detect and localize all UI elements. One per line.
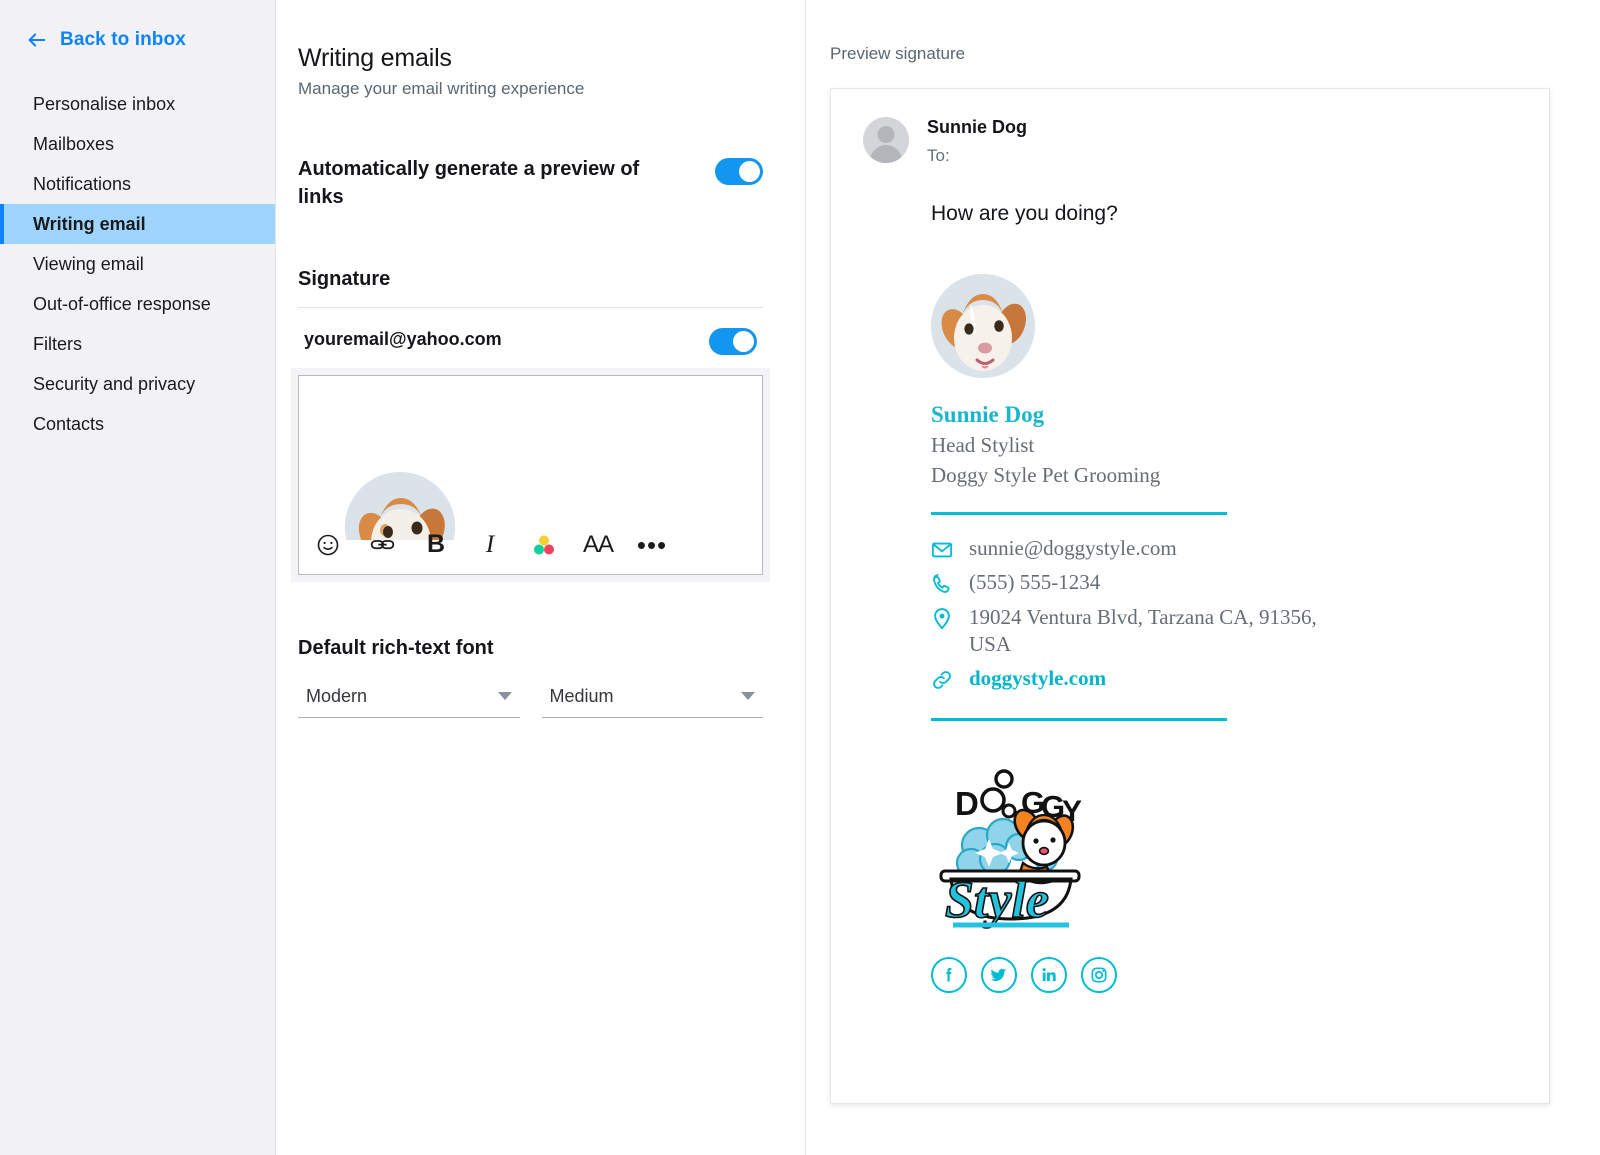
phone-icon: [933, 573, 950, 594]
arrow-left-icon: [28, 33, 46, 47]
doggy-style-logo-icon: D G G Y Style: [939, 769, 1082, 930]
page-title: Writing emails: [298, 44, 452, 72]
sidebar-item-mailboxes[interactable]: Mailboxes: [0, 124, 275, 164]
sidebar-item-security-and-privacy[interactable]: Security and privacy: [0, 364, 275, 404]
email-header: Sunnie Dog To:: [863, 117, 1517, 166]
text-color-icon[interactable]: [531, 532, 557, 558]
font-size-select[interactable]: Medium: [541, 685, 763, 718]
signature-contact-text: doggystyle.com: [969, 666, 1107, 691]
sidebar-item-personalise-inbox[interactable]: Personalise inbox: [0, 84, 275, 124]
social-links: [931, 957, 1351, 994]
sidebar-item-label: Contacts: [33, 413, 105, 434]
signature-contact-address: 19024 Ventura Blvd, Tarzana CA, 91356, U…: [931, 604, 1351, 659]
sidebar-item-viewing-email[interactable]: Viewing email: [0, 244, 275, 284]
signature-role: Head Stylist: [931, 433, 1035, 457]
font-family-value: Modern: [306, 685, 368, 706]
preview-panel-title: Preview signature: [830, 44, 966, 63]
default-font-section-title: Default rich-text font: [298, 636, 494, 659]
sidebar-item-label: Filters: [33, 333, 82, 354]
more-options-icon[interactable]: •••: [637, 532, 666, 558]
link-preview-toggle[interactable]: [715, 158, 763, 185]
signature-contacts: sunnie@doggystyle.com (555) 555-1234 190…: [931, 535, 1351, 692]
signature-editor[interactable]: B I AA •••: [298, 374, 763, 575]
signature-account-email: youremail@yahoo.com: [304, 329, 502, 350]
settings-page: Back to inbox Personalise inbox Mailboxe…: [0, 0, 1600, 1155]
toggle-knob: [739, 161, 760, 182]
back-to-inbox-link[interactable]: Back to inbox: [0, 22, 275, 58]
link-preview-setting-row: Automatically generate a preview of link…: [298, 155, 763, 212]
chevron-down-icon: [497, 692, 512, 701]
signature-divider: [298, 306, 763, 308]
font-selectors: Modern Medium: [298, 686, 763, 718]
signature-company: Doggy Style Pet Grooming: [931, 463, 1161, 487]
settings-nav: Personalise inbox Mailboxes Notification…: [0, 84, 275, 444]
signature-contact-text: (555) 555-1234: [969, 570, 1101, 595]
envelope-icon: [931, 542, 953, 558]
emoji-icon[interactable]: [315, 532, 341, 558]
sidebar-item-label: Writing email: [33, 213, 146, 234]
sidebar-item-label: Viewing email: [33, 253, 144, 274]
signature-section-title: Signature: [298, 267, 391, 290]
toggle-knob: [733, 330, 754, 352]
signature-divider-top: [931, 512, 1227, 515]
back-to-inbox-label: Back to inbox: [60, 29, 186, 50]
linkedin-icon[interactable]: [1031, 957, 1067, 994]
font-family-select[interactable]: Modern: [298, 686, 520, 718]
sidebar-item-label: Security and privacy: [33, 373, 196, 394]
avatar: [863, 117, 909, 163]
chevron-down-icon: [741, 692, 755, 701]
bold-icon[interactable]: B: [423, 530, 449, 558]
signature-account-row: youremail@yahoo.com: [298, 325, 763, 355]
sidebar-item-label: Mailboxes: [33, 133, 115, 154]
instagram-icon[interactable]: [1081, 957, 1117, 994]
sidebar-item-out-of-office-response[interactable]: Out-of-office response: [0, 284, 275, 324]
svg-text:Style: Style: [945, 872, 1049, 929]
font-size-icon[interactable]: AA: [583, 531, 614, 558]
link-preview-label: Automatically generate a preview of link…: [298, 158, 640, 209]
font-size-value: Medium: [549, 685, 614, 706]
signature-contact-phone: (555) 555-1234: [931, 569, 1351, 596]
writing-emails-settings-panel: Writing emails Manage your email writing…: [276, 0, 806, 1155]
twitter-icon[interactable]: [981, 957, 1017, 994]
sidebar-item-writing-email[interactable]: Writing email: [0, 204, 275, 244]
signature-contact-text: 19024 Ventura Blvd, Tarzana CA, 91356, U…: [969, 604, 1317, 656]
sidebar-item-notifications[interactable]: Notifications: [0, 164, 275, 204]
page-subtitle: Manage your email writing experience: [298, 79, 585, 98]
email-to-field: To:: [927, 146, 950, 165]
company-logo: D G G Y Style: [931, 767, 1089, 930]
signature-toggle[interactable]: [709, 327, 757, 355]
settings-sidebar: Back to inbox Personalise inbox Mailboxe…: [0, 0, 276, 1155]
sidebar-item-label: Out-of-office response: [33, 293, 211, 314]
link-icon[interactable]: [369, 532, 395, 558]
dog-photo-icon: [931, 274, 1035, 378]
signature-contact-email: sunnie@doggystyle.com: [931, 535, 1351, 562]
location-pin-icon: [934, 607, 950, 630]
email-preview-card: Sunnie Dog To: How are you doing? Sunnie…: [830, 88, 1550, 1104]
signature-format-toolbar: B I AA •••: [315, 530, 666, 560]
signature-contact-website[interactable]: doggystyle.com: [931, 665, 1351, 692]
svg-text:D: D: [955, 785, 981, 822]
sidebar-item-filters[interactable]: Filters: [0, 324, 275, 364]
sidebar-item-contacts[interactable]: Contacts: [0, 404, 275, 444]
link-chain-icon: [933, 671, 951, 690]
signature-avatar: [931, 274, 1035, 378]
signature-name: Sunnie Dog: [931, 402, 1045, 427]
email-sender-name: Sunnie Dog: [927, 117, 1027, 137]
signature-block: Sunnie Dog Head Stylist Doggy Style Pet …: [931, 274, 1351, 994]
email-body-text: How are you doing?: [931, 202, 1118, 225]
sidebar-item-label: Personalise inbox: [33, 93, 176, 114]
italic-icon[interactable]: I: [477, 531, 503, 558]
signature-preview-panel: Preview signature Sunnie Dog To: How are…: [806, 0, 1600, 1155]
sidebar-item-label: Notifications: [33, 173, 132, 194]
facebook-icon[interactable]: [931, 957, 967, 994]
signature-divider-bottom: [931, 718, 1227, 722]
signature-contact-text: sunnie@doggystyle.com: [969, 536, 1177, 560]
